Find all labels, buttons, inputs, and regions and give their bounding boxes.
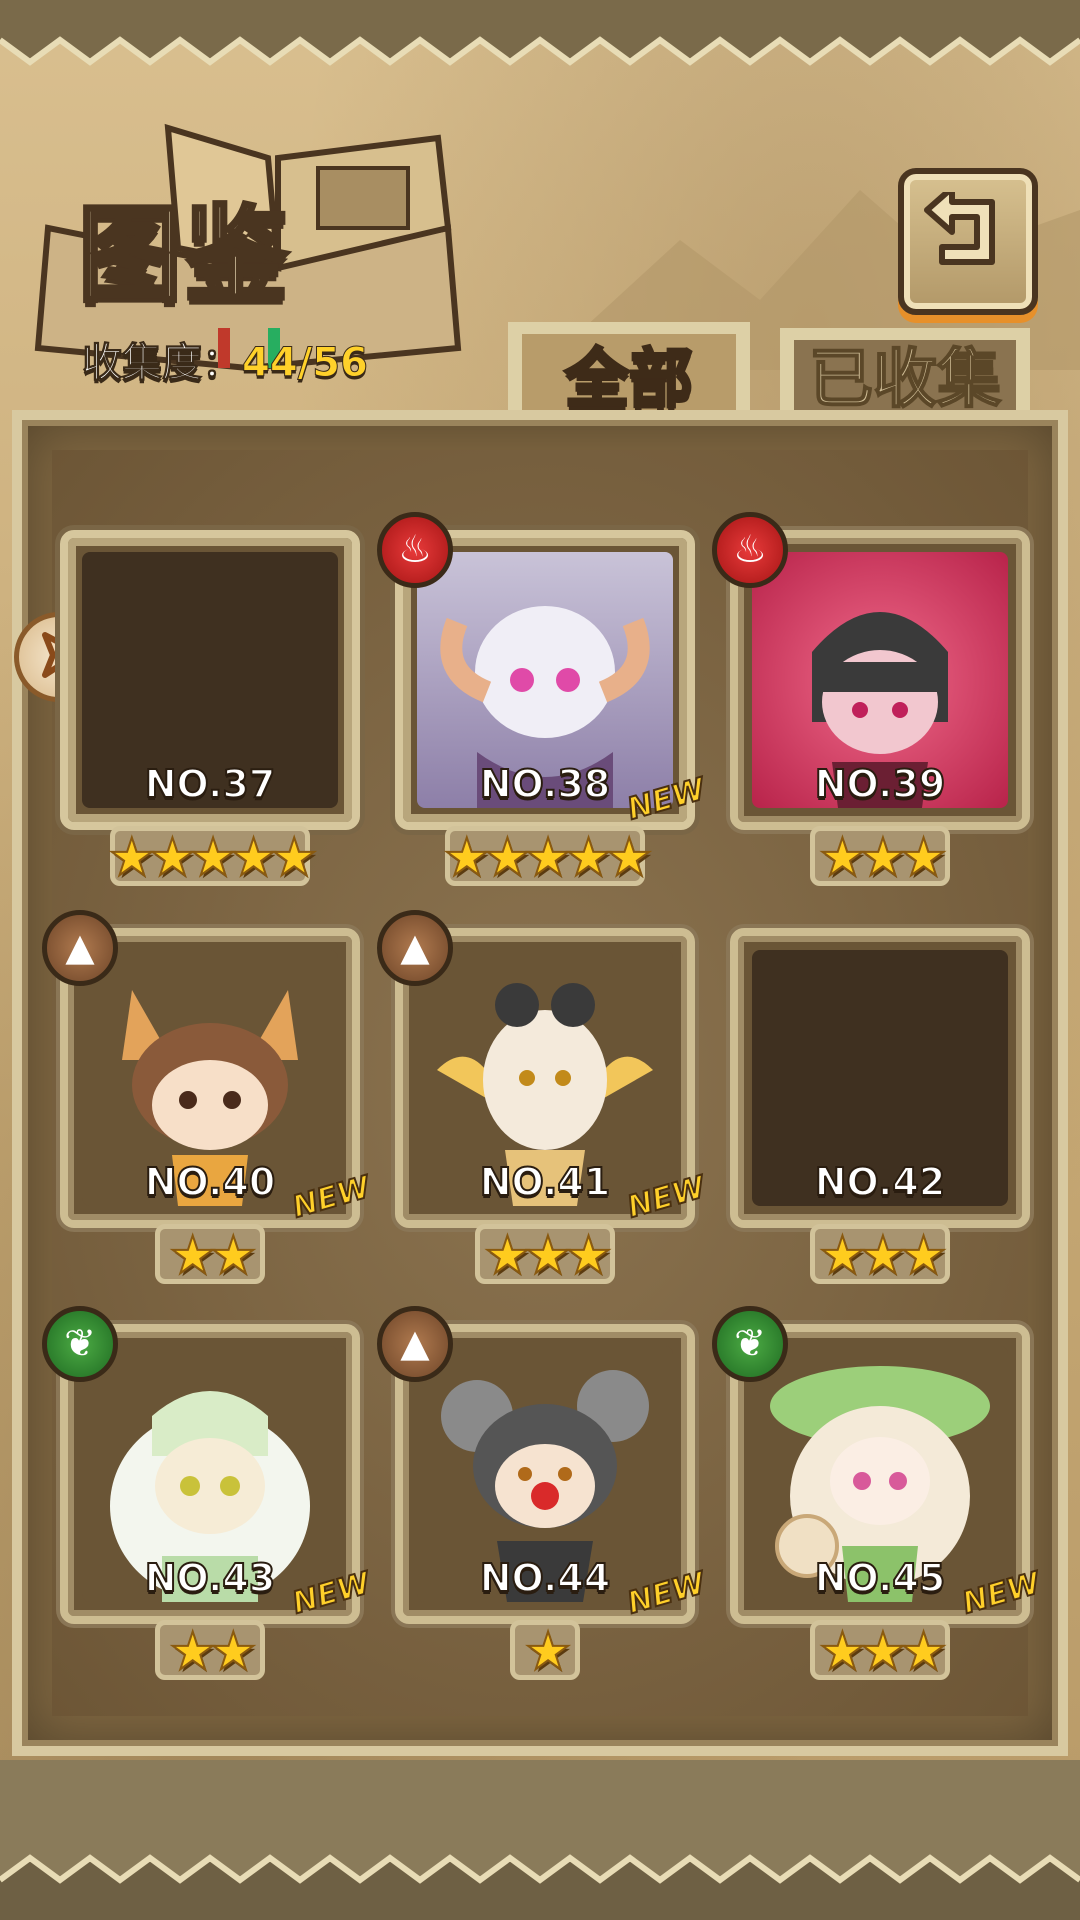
star-rating: ★★★★★ <box>107 827 318 889</box>
zigzag-top-border <box>0 0 1080 66</box>
card-number: NO.42 <box>814 1159 947 1205</box>
tab-collected[interactable]: 已收集 <box>780 328 1030 420</box>
card-number: NO.37 <box>144 761 277 807</box>
star-rating: ★★ <box>168 1225 257 1287</box>
zigzag-bottom-border <box>0 1760 1080 1920</box>
fire-icon: ♨ <box>712 512 788 588</box>
page-title: 图鉴 <box>76 192 291 318</box>
collection-count: 44/56 <box>242 340 369 387</box>
earth-icon: ▲ <box>377 910 453 986</box>
star-rating: ★★★★★ <box>442 827 653 889</box>
nature-icon: ❦ <box>712 1306 788 1382</box>
star-rating: ★★★ <box>818 827 948 889</box>
back-arrow-icon <box>924 192 995 265</box>
collection-label: 收集度： <box>82 340 243 387</box>
earth-icon: ▲ <box>377 1306 453 1382</box>
star-rating: ★★★ <box>818 1621 948 1683</box>
star-rating: ★ <box>524 1621 573 1683</box>
back-button[interactable] <box>898 168 1038 315</box>
earth-icon: ▲ <box>42 910 118 986</box>
collection-progress: 收集度：44/56 <box>82 330 369 388</box>
card-number: NO.39 <box>814 761 947 807</box>
star-rating: ★★ <box>168 1621 257 1683</box>
star-rating: ★★★ <box>483 1225 613 1287</box>
fire-icon: ♨ <box>377 512 453 588</box>
nature-icon: ❦ <box>42 1306 118 1382</box>
star-rating: ★★★ <box>818 1225 948 1287</box>
